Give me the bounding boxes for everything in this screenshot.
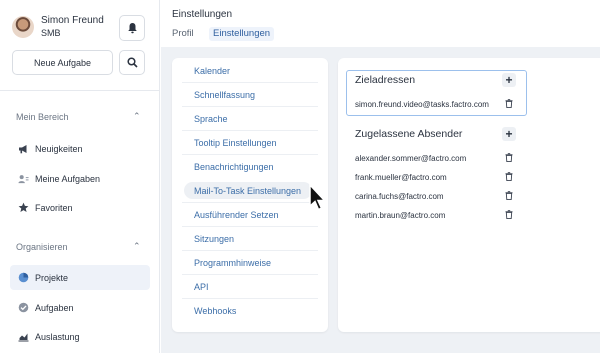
search-button[interactable]: [119, 50, 145, 75]
search-icon: [126, 57, 138, 68]
menu-item-kalender[interactable]: Kalender: [194, 66, 230, 76]
absender-title: Zugelassene Absender: [355, 128, 463, 140]
menu-item-benachrichtigungen[interactable]: Benachrichtigungen: [194, 162, 274, 172]
zieladressen-title: Zieladressen: [355, 74, 416, 86]
sidebar-item-label: Meine Aufgaben: [35, 173, 101, 184]
zieladresse-email: simon.freund.video@tasks.factro.com: [355, 100, 489, 109]
bell-icon: [127, 23, 137, 34]
sidebar-divider: [0, 90, 160, 91]
trash-icon[interactable]: [505, 191, 513, 200]
cursor-icon: [309, 184, 327, 211]
check-icon: [18, 302, 29, 313]
chevron-up-icon[interactable]: ⌃: [133, 241, 141, 252]
absender-email: carina.fuchs@factro.com: [355, 192, 444, 201]
menu-divider: [182, 298, 318, 299]
trash-icon[interactable]: [505, 210, 513, 219]
menu-divider: [182, 274, 318, 275]
settings-menu: Kalender Schnellfassung Sprache Tooltip …: [172, 58, 328, 332]
megaphone-icon: [18, 143, 29, 154]
menu-item-api[interactable]: API: [194, 282, 209, 292]
menu-item-sprache[interactable]: Sprache: [194, 114, 228, 124]
absender-email: alexander.sommer@factro.com: [355, 154, 467, 163]
menu-item-schnellfassung[interactable]: Schnellfassung: [194, 90, 255, 100]
add-zieladresse-button[interactable]: +: [502, 73, 516, 87]
menu-divider: [182, 82, 318, 83]
bar-chart-icon: [18, 331, 29, 342]
sidebar-item-neuigkeiten[interactable]: Neuigkeiten: [10, 136, 150, 161]
absender-email: martin.braun@factro.com: [355, 211, 446, 220]
sidebar-item-auslastung[interactable]: Auslastung: [10, 324, 150, 349]
menu-item-sitzungen[interactable]: Sitzungen: [194, 234, 234, 244]
menu-item-ausfuehrender[interactable]: Ausführender Setzen: [194, 210, 279, 220]
add-absender-button[interactable]: +: [502, 127, 516, 141]
menu-divider: [182, 106, 318, 107]
sidebar-item-label: Favoriten: [35, 202, 73, 213]
sidebar-item-aufgaben[interactable]: Aufgaben: [10, 295, 150, 320]
tab-profil[interactable]: Profil: [168, 27, 198, 41]
sidebar-item-label: Projekte: [35, 272, 69, 283]
menu-item-mail-to-task[interactable]: Mail-To-Task Einstellungen: [194, 186, 301, 196]
menu-item-tooltip[interactable]: Tooltip Einstellungen: [194, 138, 277, 148]
new-task-button[interactable]: Neue Aufgabe: [12, 50, 113, 75]
pie-icon: [18, 272, 29, 283]
user-tasks-icon: [18, 173, 29, 184]
sidebar-item-favoriten[interactable]: Favoriten: [10, 195, 150, 220]
menu-item-webhooks[interactable]: Webhooks: [194, 306, 236, 316]
section-organisieren[interactable]: Organisieren: [16, 242, 68, 252]
sidebar-item-meine-aufgaben[interactable]: Meine Aufgaben: [10, 166, 150, 191]
sidebar-item-projekte[interactable]: Projekte: [10, 265, 150, 290]
page-title: Einstellungen: [172, 9, 233, 20]
trash-icon[interactable]: [505, 153, 513, 162]
menu-divider: [182, 154, 318, 155]
menu-divider: [182, 202, 318, 203]
user-name: Simon Freund: [41, 15, 104, 26]
absender-email: frank.mueller@factro.com: [355, 173, 447, 182]
trash-icon[interactable]: [505, 99, 513, 108]
menu-divider: [182, 130, 318, 131]
sidebar-item-label: Auslastung: [35, 331, 80, 342]
avatar[interactable]: [12, 15, 34, 38]
sidebar-item-label: Neuigkeiten: [35, 143, 83, 154]
section-mein-bereich[interactable]: Mein Bereich: [16, 112, 69, 122]
menu-item-programmhinweise[interactable]: Programmhinweise: [194, 258, 271, 268]
notifications-button[interactable]: [119, 15, 145, 41]
sidebar: Simon Freund SMB Neue Aufgabe Mein Berei…: [0, 0, 160, 353]
sidebar-item-label: Aufgaben: [35, 302, 74, 313]
trash-icon[interactable]: [505, 172, 513, 181]
tab-einstellungen[interactable]: Einstellungen: [209, 27, 275, 41]
user-org: SMB: [41, 28, 61, 38]
star-icon: [18, 202, 29, 213]
menu-divider: [182, 250, 318, 251]
menu-divider: [182, 226, 318, 227]
chevron-up-icon[interactable]: ⌃: [133, 111, 141, 122]
user-profile[interactable]: Simon Freund SMB: [12, 14, 104, 39]
